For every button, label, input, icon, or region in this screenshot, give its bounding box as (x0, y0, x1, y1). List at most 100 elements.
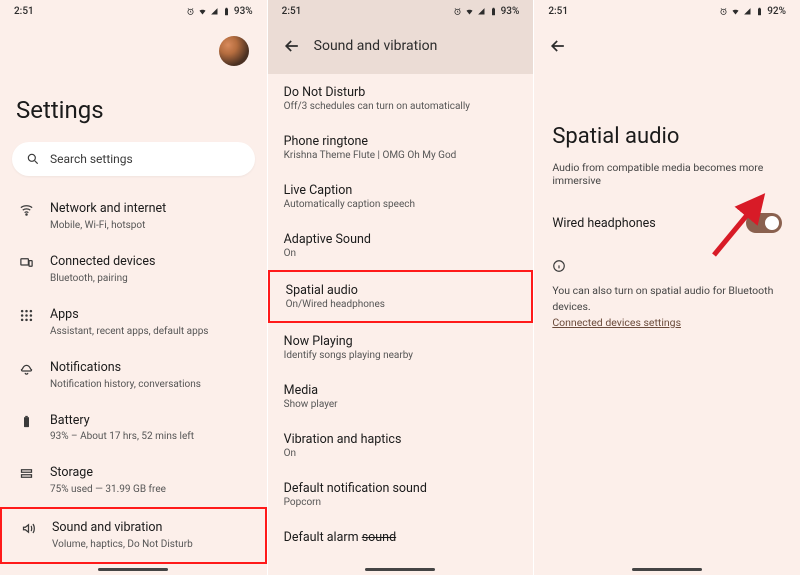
nav-handle[interactable] (98, 568, 168, 571)
back-button[interactable] (282, 36, 302, 56)
battery-icon (755, 7, 764, 16)
statusbar: 2:51 93% (268, 0, 534, 22)
item-title: Vibration and haptics (284, 432, 518, 447)
item-title: Battery (50, 413, 251, 430)
storage-icon (19, 466, 34, 481)
item-title: Phone ringtone (284, 134, 518, 149)
statusbar: 2:51 93% (0, 0, 267, 22)
battery-pct: 93% (501, 6, 520, 17)
item-sub: Assistant, recent apps, default apps (50, 325, 251, 338)
item-sub: Bluetooth, pairing (50, 272, 251, 285)
panel-header: 2:51 93% Sound and vibration (268, 0, 534, 74)
item-sub: 93% – About 17 hrs, 52 mins left (50, 430, 251, 443)
status-icons: 93% (186, 6, 253, 17)
sound-item-adaptive-sound[interactable]: Adaptive SoundOn (268, 221, 534, 270)
statusbar: 2:51 92% (534, 0, 800, 22)
item-title: Now Playing (284, 334, 518, 349)
toggle-label: Wired headphones (552, 216, 655, 231)
header-row (534, 22, 800, 64)
info-row (534, 247, 800, 283)
clock: 2:51 (282, 6, 302, 17)
item-title: Default alarm sound (284, 530, 518, 545)
sound-item-alarm-sound[interactable]: Default alarm sound (268, 519, 534, 556)
wired-headphones-toggle[interactable] (746, 213, 782, 233)
item-sub: Automatically caption speech (284, 199, 518, 210)
wired-headphones-row: Wired headphones (534, 205, 800, 247)
devices-icon (19, 255, 34, 270)
header-title: Sound and vibration (314, 38, 438, 54)
item-sub: Show player (284, 399, 518, 410)
sound-item-vibration[interactable]: Vibration and hapticsOn (268, 421, 534, 470)
item-sub: Krishna Theme Flute | OMG Oh My God (284, 150, 518, 161)
item-title: Do Not Disturb (284, 85, 518, 100)
sound-item-notif-sound[interactable]: Default notification soundPopcorn (268, 470, 534, 519)
status-icons: 93% (453, 6, 520, 17)
page-title: Settings (0, 74, 267, 142)
item-title: Apps (50, 307, 251, 324)
item-title: Sound and vibration (52, 520, 249, 537)
back-button[interactable] (548, 36, 568, 56)
alarm-icon (186, 7, 195, 16)
search-input[interactable]: Search settings (12, 142, 255, 176)
alarm-icon (719, 7, 728, 16)
item-title: Media (284, 383, 518, 398)
page-description: Audio from compatible media becomes more… (534, 161, 800, 205)
toggle-thumb (765, 216, 779, 230)
item-title: Network and internet (50, 201, 251, 218)
item-title: Default notification sound (284, 481, 518, 496)
battery-pct: 92% (767, 6, 786, 17)
apps-icon (19, 308, 34, 323)
item-title: Adaptive Sound (284, 232, 518, 247)
header-row: Sound and vibration (268, 22, 534, 64)
item-title: Spatial audio (286, 283, 516, 298)
sound-item-live-caption[interactable]: Live CaptionAutomatically caption speech (268, 172, 534, 221)
battery-icon (489, 7, 498, 16)
bell-icon (19, 361, 34, 376)
info-text: You can also turn on spatial audio for B… (534, 283, 800, 330)
search-placeholder: Search settings (50, 152, 133, 166)
settings-item-connected-devices[interactable]: Connected devicesBluetooth, pairing (0, 243, 267, 296)
signal-icon (743, 7, 752, 16)
battery-icon (222, 7, 231, 16)
item-sub: On (284, 448, 518, 459)
settings-panel: 2:51 93% Settings Search settings Networ… (0, 0, 267, 575)
nav-handle[interactable] (632, 568, 702, 571)
item-sub: Mobile, Wi-Fi, hotspot (50, 219, 251, 232)
info-icon (552, 259, 566, 273)
item-sub: Volume, haptics, Do Not Disturb (52, 538, 249, 551)
page-title: Spatial audio (534, 64, 800, 161)
alarm-icon (453, 7, 462, 16)
item-title: Storage (50, 465, 251, 482)
item-title: Connected devices (50, 254, 251, 271)
sound-item-dnd[interactable]: Do Not DisturbOff/3 schedules can turn o… (268, 74, 534, 123)
wifi-icon (731, 7, 740, 16)
sound-vibration-panel: 2:51 93% Sound and vibration Do Not Dist… (267, 0, 534, 575)
signal-icon (210, 7, 219, 16)
sound-item-spatial-audio[interactable]: Spatial audioOn/Wired headphones (268, 270, 534, 323)
item-sub: On/Wired headphones (286, 299, 516, 310)
connected-devices-link[interactable]: Connected devices settings (552, 316, 681, 329)
sound-item-media[interactable]: MediaShow player (268, 372, 534, 421)
settings-item-network[interactable]: Network and internetMobile, Wi-Fi, hotsp… (0, 190, 267, 243)
item-sub: Popcorn (284, 497, 518, 508)
settings-item-battery[interactable]: Battery93% – About 17 hrs, 52 mins left (0, 402, 267, 455)
settings-item-sound-vibration[interactable]: Sound and vibrationVolume, haptics, Do N… (0, 507, 267, 564)
three-panel-screenshot: 2:51 93% Settings Search settings Networ… (0, 0, 800, 575)
avatar[interactable] (219, 36, 249, 66)
item-title: Live Caption (284, 183, 518, 198)
nav-handle[interactable] (365, 568, 435, 571)
clock: 2:51 (14, 6, 34, 17)
item-sub: Off/3 schedules can turn on automaticall… (284, 101, 518, 112)
sound-item-ringtone[interactable]: Phone ringtoneKrishna Theme Flute | OMG … (268, 123, 534, 172)
item-sub: Notification history, conversations (50, 378, 251, 391)
settings-item-storage[interactable]: Storage75% used — 31.99 GB free (0, 454, 267, 507)
wifi-icon (198, 7, 207, 16)
item-sub: On (284, 248, 518, 259)
item-sub: Identify songs playing nearby (284, 350, 518, 361)
signal-icon (477, 7, 486, 16)
sound-item-now-playing[interactable]: Now PlayingIdentify songs playing nearby (268, 323, 534, 372)
item-title: Notifications (50, 360, 251, 377)
settings-item-notifications[interactable]: NotificationsNotification history, conve… (0, 349, 267, 402)
settings-item-apps[interactable]: AppsAssistant, recent apps, default apps (0, 296, 267, 349)
clock: 2:51 (548, 6, 568, 17)
